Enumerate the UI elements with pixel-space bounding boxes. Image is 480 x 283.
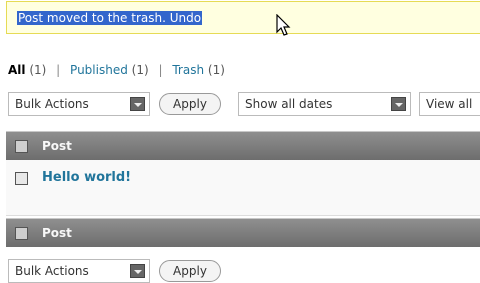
select-all-checkbox-footer[interactable] (15, 227, 28, 240)
mouse-cursor-icon (276, 14, 291, 36)
filter-published-link[interactable]: Published (70, 63, 128, 77)
bulk-actions-select-bottom[interactable]: Bulk Actions (8, 259, 150, 283)
filter-all-link[interactable]: All (8, 63, 26, 77)
post-title-link[interactable]: Hello world! (42, 170, 131, 185)
apply-button-bottom[interactable]: Apply (159, 260, 221, 282)
row-checkbox[interactable] (15, 172, 28, 185)
dropdown-arrow-icon[interactable] (130, 264, 145, 278)
dropdown-arrow-icon[interactable] (391, 97, 406, 111)
column-header-post[interactable]: Post (42, 139, 72, 153)
view-all-value: View all (426, 97, 473, 111)
filter-trash-count: (1) (207, 63, 225, 77)
date-filter-value: Show all dates (245, 97, 333, 111)
column-footer-post[interactable]: Post (42, 226, 72, 240)
apply-button[interactable]: Apply (159, 93, 221, 115)
separator: | (158, 63, 163, 77)
filter-all-count: (1) (29, 63, 47, 77)
date-filter-select[interactable]: Show all dates (238, 92, 411, 116)
status-filter-links: All (1) | Published (1) | Trash (1) (8, 63, 225, 77)
table-header: Post (6, 131, 480, 160)
dropdown-arrow-icon[interactable] (130, 97, 145, 111)
view-all-select[interactable]: View all (419, 92, 480, 116)
select-all-checkbox[interactable] (15, 140, 28, 153)
filter-published-count: (1) (131, 63, 149, 77)
notice-message[interactable]: Post moved to the trash. Undo (17, 11, 203, 25)
filter-trash-link[interactable]: Trash (172, 63, 204, 77)
bulk-actions-select[interactable]: Bulk Actions (8, 92, 150, 116)
table-row: Hello world! (6, 160, 480, 216)
separator: | (56, 63, 61, 77)
table-footer-header: Post (6, 218, 480, 247)
bulk-actions-bottom-value: Bulk Actions (15, 264, 89, 278)
notice-bar: Post moved to the trash. Undo (6, 1, 480, 34)
bulk-actions-value: Bulk Actions (15, 97, 89, 111)
